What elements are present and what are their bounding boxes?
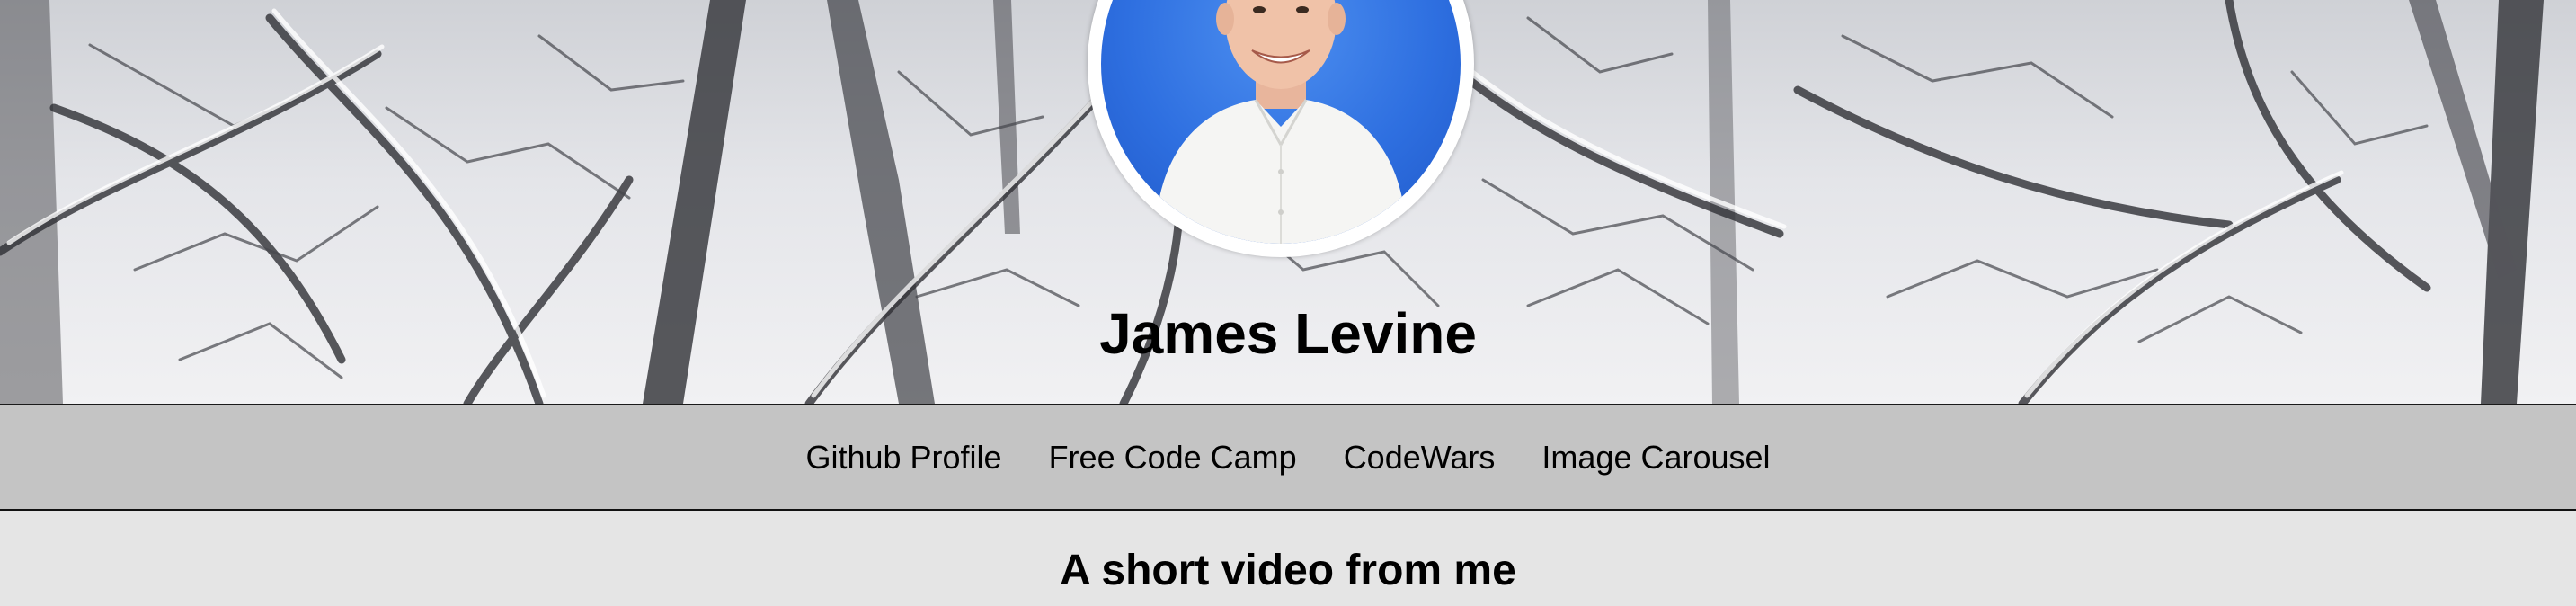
nav-link-image-carousel[interactable]: Image Carousel <box>1541 438 1770 477</box>
video-section-title: A short video from me <box>1060 547 1516 594</box>
nav-link-codewars[interactable]: CodeWars <box>1344 438 1496 477</box>
nav-link-github-profile[interactable]: Github Profile <box>805 438 1001 477</box>
avatar <box>1101 0 1461 244</box>
header-banner: James Levine <box>0 0 2576 405</box>
main-nav: Github Profile Free Code Camp CodeWars I… <box>0 405 2576 511</box>
avatar-frame <box>1088 0 1474 257</box>
profile-photo-image <box>1155 0 1407 244</box>
profile-name: James Levine <box>1099 301 1477 366</box>
page: James Levine Github Profile Free Code Ca… <box>0 0 2576 606</box>
nav-link-free-code-camp[interactable]: Free Code Camp <box>1049 438 1297 477</box>
